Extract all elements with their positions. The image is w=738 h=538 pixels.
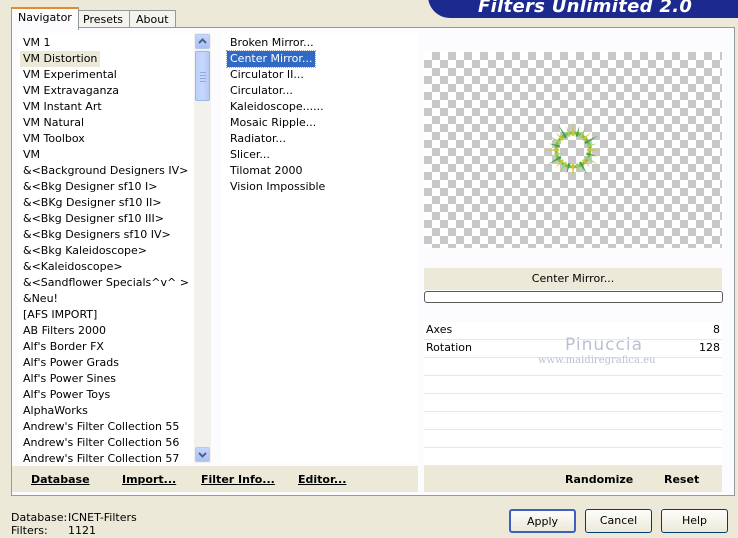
filter-item[interactable]: Tilomat 2000 (227, 163, 305, 179)
category-item[interactable]: Alf's Power Toys (20, 387, 113, 403)
category-scrollbar[interactable] (194, 33, 211, 463)
filter-item[interactable]: Radiator... (227, 131, 289, 147)
status-filters-value: 1121 (68, 524, 96, 537)
button-label: Database (31, 473, 90, 486)
button-label: Filter Info... (201, 473, 275, 486)
category-item[interactable]: &<Bkg Designer sf10 III> (20, 211, 167, 227)
filter-item[interactable]: Center Mirror... (225, 50, 317, 68)
tab-label: About (136, 13, 169, 26)
filter-item[interactable]: Mosaic Ripple... (227, 115, 319, 131)
status-database-value: ICNET-Filters (68, 511, 137, 524)
param-value: 128 (699, 341, 720, 354)
filter-item[interactable]: Circulator II... (227, 67, 307, 83)
help-button[interactable]: Help (661, 509, 728, 533)
chevron-up-icon (198, 38, 207, 44)
parameter-button-bar: Randomize Reset (424, 466, 722, 492)
tab-navigator[interactable]: Navigator (11, 7, 79, 30)
category-item[interactable]: VM Instant Art (20, 99, 105, 115)
param-row-empty (424, 430, 722, 448)
filter-item[interactable]: Vision Impossible (227, 179, 328, 195)
filter-item[interactable]: Slicer... (227, 147, 273, 163)
param-row-empty (424, 448, 722, 466)
category-item[interactable]: Alf's Power Grads (20, 355, 122, 371)
param-label: Rotation (426, 341, 473, 354)
filter-list[interactable]: Broken Mirror... Center Mirror... Circulat… (221, 33, 418, 463)
filter-name-label: Center Mirror... (424, 268, 722, 290)
starburst-preview-image (544, 121, 602, 179)
filter-item[interactable]: Circulator... (227, 83, 296, 99)
tab-about[interactable]: About (129, 10, 176, 28)
category-item[interactable]: VM (20, 147, 43, 163)
param-row-empty (424, 412, 722, 430)
category-item[interactable]: Alf's Power Sines (20, 371, 119, 387)
button-label: Import... (122, 473, 177, 486)
status-filters-label: Filters: (11, 524, 48, 537)
category-item[interactable]: VM Distortion (20, 51, 101, 67)
category-item[interactable]: VM Experimental (20, 67, 120, 83)
title-banner: Filters Unlimited 2.0 (428, 0, 738, 18)
category-list[interactable]: VM 1 VM Distortion VM Experimental VM Extra… (18, 33, 194, 463)
category-item[interactable]: Andrew's Filter Collection 57 (20, 451, 182, 463)
chevron-down-icon (198, 452, 207, 458)
category-item[interactable]: &<Bkg Designer sf10 I> (20, 179, 161, 195)
status-database-label: Database: (11, 511, 68, 524)
category-item[interactable]: AlphaWorks (20, 403, 91, 419)
category-item[interactable]: &<Kaleidoscope> (20, 259, 126, 275)
category-item[interactable]: &<Background Designers IV> (20, 163, 191, 179)
category-item[interactable]: &<Bkg Designers sf10 IV> (20, 227, 174, 243)
category-item[interactable]: &<BKg Designer sf10 II> (20, 195, 165, 211)
category-item[interactable]: Alf's Border FX (20, 339, 107, 355)
category-item[interactable]: &Neu! (20, 291, 61, 307)
scroll-down-button[interactable] (195, 447, 210, 462)
progress-bar (424, 291, 723, 303)
category-item[interactable]: Andrew's Filter Collection 56 (20, 435, 182, 451)
category-item[interactable]: AB Filters 2000 (20, 323, 109, 339)
import-button[interactable]: Import... (122, 473, 176, 486)
apply-button[interactable]: Apply (509, 509, 576, 533)
watermark-site: www.maidiregrafica.eu (538, 355, 656, 366)
watermark-name: Pinuccia (565, 335, 643, 355)
tab-label: Navigator (18, 11, 72, 24)
param-value: 8 (713, 323, 720, 336)
category-item[interactable]: [AFS IMPORT] (20, 307, 100, 323)
category-item[interactable]: Andrew's Filter Collection 55 (20, 419, 182, 435)
app-title: Filters Unlimited 2.0 (478, 0, 693, 17)
param-row-empty (424, 394, 722, 412)
param-label: Axes (426, 323, 453, 336)
category-item[interactable]: &<Sandflower Specials^v^ > (20, 275, 192, 291)
navigator-button-bar: Database Import... Filter Info... Editor… (12, 466, 418, 492)
category-item[interactable]: &<Bkg Kaleidoscope> (20, 243, 150, 259)
scroll-thumb[interactable] (195, 51, 210, 101)
scroll-up-button[interactable] (195, 34, 210, 49)
preview-canvas (424, 52, 722, 248)
filter-item[interactable]: Broken Mirror... (227, 35, 317, 51)
filter-info-button[interactable]: Filter Info... (201, 473, 275, 486)
cancel-button[interactable]: Cancel (585, 509, 652, 533)
editor-button[interactable]: Editor... (298, 473, 346, 486)
category-item[interactable]: VM Toolbox (20, 131, 88, 147)
button-label: Editor... (298, 473, 347, 486)
randomize-button[interactable]: Randomize (565, 473, 633, 486)
tab-presets[interactable]: Presets (76, 10, 131, 28)
database-button[interactable]: Database (31, 473, 90, 486)
category-item[interactable]: VM Extravaganza (20, 83, 122, 99)
category-item[interactable]: VM Natural (20, 115, 87, 131)
category-item[interactable]: VM 1 (20, 35, 54, 51)
reset-button[interactable]: Reset (664, 473, 699, 486)
param-row-empty (424, 376, 722, 394)
tab-label: Presets (83, 13, 124, 26)
filter-item[interactable]: Kaleidoscope...... (227, 99, 327, 115)
